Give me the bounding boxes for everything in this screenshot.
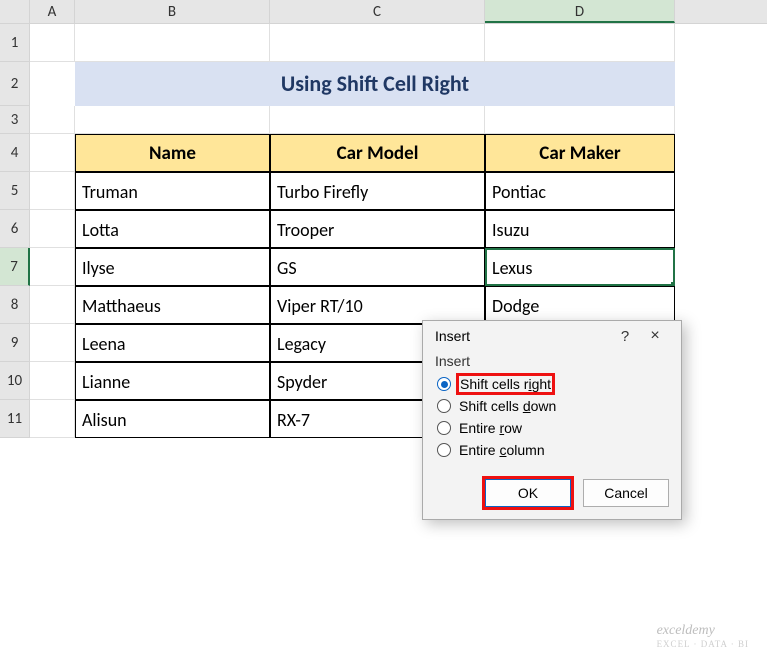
row-header[interactable]: 6 xyxy=(0,210,30,248)
cell-name[interactable]: Lotta xyxy=(75,210,270,248)
th-maker[interactable]: Car Maker xyxy=(485,134,675,172)
dialog-titlebar[interactable]: Insert ? × xyxy=(423,321,681,349)
cell-name[interactable]: Alisun xyxy=(75,400,270,438)
row-header[interactable]: 11 xyxy=(0,400,30,438)
help-icon[interactable]: ? xyxy=(611,328,639,345)
cell-model[interactable]: GS xyxy=(270,248,485,286)
selected-cell[interactable]: Lexus xyxy=(485,248,675,286)
cell[interactable] xyxy=(485,24,675,62)
table-row: 5 Truman Turbo Firefly Pontiac xyxy=(0,172,767,210)
cell[interactable] xyxy=(30,400,75,438)
row-2: 2 Using Shift Cell Right xyxy=(0,62,767,106)
cell[interactable] xyxy=(30,362,75,400)
ok-button[interactable]: OK xyxy=(485,479,571,507)
cell-name[interactable]: Leena xyxy=(75,324,270,362)
table-row: 8 Matthaeus Viper RT/10 Dodge xyxy=(0,286,767,324)
cell-name[interactable]: Lianne xyxy=(75,362,270,400)
cell-maker[interactable]: Isuzu xyxy=(485,210,675,248)
radio-icon xyxy=(437,421,451,435)
col-header-C[interactable]: C xyxy=(270,0,485,23)
radio-entire-row[interactable]: Entire row xyxy=(435,417,669,439)
col-header-B[interactable]: B xyxy=(75,0,270,23)
cell[interactable] xyxy=(30,248,75,286)
cell[interactable] xyxy=(30,172,75,210)
th-model[interactable]: Car Model xyxy=(270,134,485,172)
radio-icon xyxy=(437,399,451,413)
cell[interactable] xyxy=(30,106,75,134)
cell[interactable] xyxy=(75,24,270,62)
row-1: 1 xyxy=(0,24,767,62)
radio-label: Shift cells right xyxy=(459,376,552,392)
row-header[interactable]: 1 xyxy=(0,24,30,62)
row-3: 3 xyxy=(0,106,767,134)
cell[interactable] xyxy=(270,106,485,134)
watermark-sub: EXCEL · DATA · BI xyxy=(657,639,749,649)
th-name[interactable]: Name xyxy=(75,134,270,172)
row-header[interactable]: 7 xyxy=(0,248,30,286)
cell-maker[interactable]: Pontiac xyxy=(485,172,675,210)
row-header[interactable]: 2 xyxy=(0,62,30,106)
radio-shift-down[interactable]: Shift cells down xyxy=(435,395,669,417)
dialog-buttons: OK Cancel xyxy=(423,471,681,519)
fill-handle[interactable] xyxy=(671,282,675,286)
row-header[interactable]: 10 xyxy=(0,362,30,400)
column-headers: A B C D xyxy=(0,0,767,24)
row-header[interactable]: 3 xyxy=(0,106,30,134)
radio-label: Entire row xyxy=(459,420,522,436)
cell-maker-text: Lexus xyxy=(492,257,532,279)
group-label: Insert xyxy=(435,353,669,369)
page-title[interactable]: Using Shift Cell Right xyxy=(75,62,675,106)
col-header-D[interactable]: D xyxy=(485,0,675,23)
cell[interactable] xyxy=(30,286,75,324)
watermark-main: exceldemy xyxy=(657,623,715,638)
cell-model[interactable]: Viper RT/10 xyxy=(270,286,485,324)
cell[interactable] xyxy=(30,210,75,248)
cell-maker[interactable]: Dodge xyxy=(485,286,675,324)
table-row: 6 Lotta Trooper Isuzu xyxy=(0,210,767,248)
close-icon[interactable]: × xyxy=(639,327,671,345)
insert-dialog: Insert ? × Insert Shift cells right Shif… xyxy=(422,320,682,520)
watermark: exceldemy EXCEL · DATA · BI xyxy=(657,623,749,649)
cell[interactable] xyxy=(75,106,270,134)
cell-model[interactable]: Turbo Firefly xyxy=(270,172,485,210)
radio-icon xyxy=(437,377,451,391)
cell[interactable] xyxy=(270,24,485,62)
cell-name[interactable]: Matthaeus xyxy=(75,286,270,324)
dialog-body: Insert Shift cells right Shift cells dow… xyxy=(423,349,681,471)
row-4-headers: 4 Name Car Model Car Maker xyxy=(0,134,767,172)
table-row: 7 Ilyse GS Lexus xyxy=(0,248,767,286)
radio-label: Entire column xyxy=(459,442,545,458)
radio-icon xyxy=(437,443,451,457)
cell-name[interactable]: Ilyse xyxy=(75,248,270,286)
cell[interactable] xyxy=(30,24,75,62)
col-header-A[interactable]: A xyxy=(30,0,75,23)
row-header[interactable]: 4 xyxy=(0,134,30,172)
dialog-title: Insert xyxy=(435,328,611,344)
radio-label: Shift cells down xyxy=(459,398,556,414)
radio-entire-column[interactable]: Entire column xyxy=(435,439,669,461)
row-header[interactable]: 9 xyxy=(0,324,30,362)
row-header[interactable]: 8 xyxy=(0,286,30,324)
select-all-corner[interactable] xyxy=(0,0,30,23)
radio-shift-right[interactable]: Shift cells right xyxy=(435,373,669,395)
cell[interactable] xyxy=(30,324,75,362)
cell-name[interactable]: Truman xyxy=(75,172,270,210)
row-header[interactable]: 5 xyxy=(0,172,30,210)
cell[interactable] xyxy=(30,134,75,172)
cell-model[interactable]: Trooper xyxy=(270,210,485,248)
cell[interactable] xyxy=(485,106,675,134)
cancel-button[interactable]: Cancel xyxy=(583,479,669,507)
cell[interactable] xyxy=(30,62,75,106)
